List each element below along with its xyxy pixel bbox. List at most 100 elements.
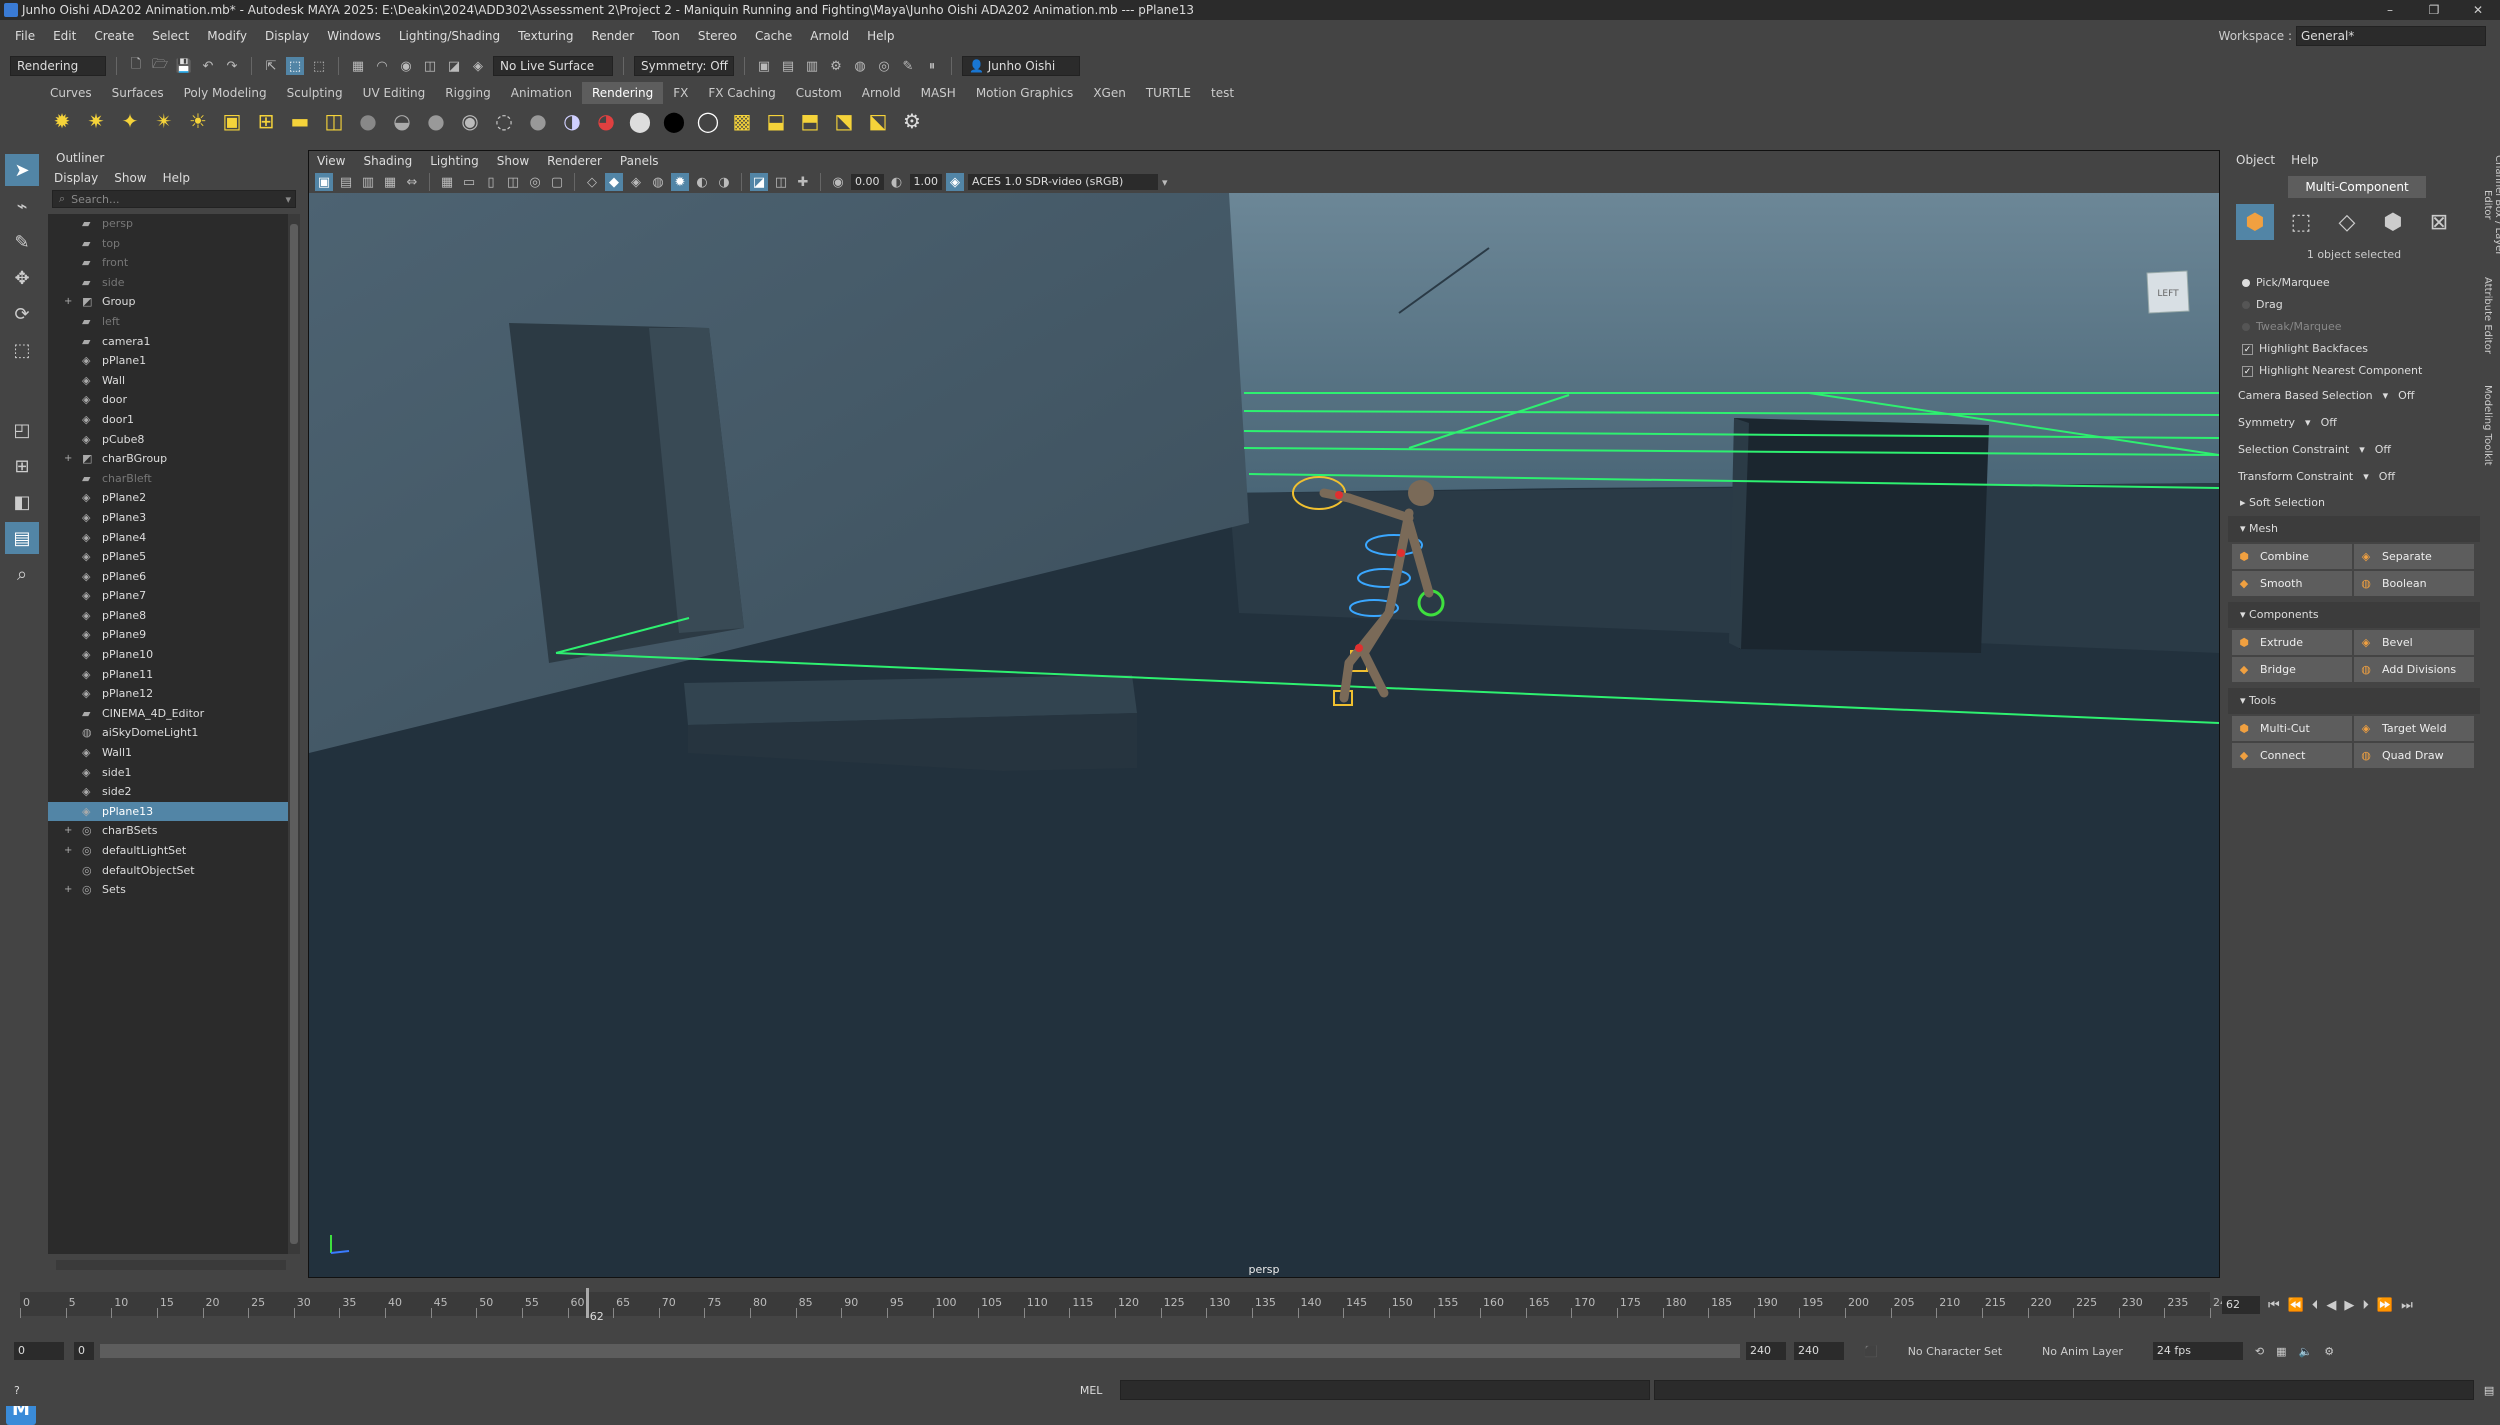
multi-cut-button[interactable]: ⬢ Multi-Cut [2232,716,2352,741]
go-to-end-icon[interactable]: ⏭ [2401,1298,2413,1313]
directional-light-icon[interactable]: ✷ [82,107,110,135]
symmetry-dropdown[interactable]: Symmetry: Off [634,56,734,76]
outliner-item[interactable]: ◎ defaultObjectSet [48,861,288,881]
object-mode-icon[interactable]: ⬢ [2236,204,2274,240]
outliner-item[interactable]: ◈ side1 [48,763,288,783]
step-forward-key-icon[interactable]: ⏩ [2377,1298,2393,1313]
default-material-icon[interactable]: ◈ [627,173,645,191]
select-object-icon[interactable]: ⬚ [286,57,304,75]
outliner-item[interactable]: ◈ pPlane6 [48,567,288,587]
render-region-icon[interactable]: ⬓ [762,107,790,135]
lambert-sphere-icon[interactable]: ● [354,107,382,135]
render-view-icon[interactable]: ▣ [755,57,773,75]
camera-attributes-icon[interactable]: ▤ [337,173,355,191]
outliner-layout-icon[interactable]: ▤ [5,522,39,554]
xray-icon[interactable]: ◫ [772,173,790,191]
step-back-key-icon[interactable]: ⏪ [2288,1298,2304,1313]
outliner-item[interactable]: ◈ pPlane11 [48,665,288,685]
outliner-item[interactable]: ◈ Wall [48,371,288,391]
current-frame-marker[interactable] [585,1288,589,1318]
shelf-tab-xgen[interactable]: XGen [1083,82,1136,104]
select-tool-icon[interactable]: ➤ [5,154,39,186]
chevron-down-icon[interactable]: ▾ [2363,463,2369,490]
shelf-tab-fx-caching[interactable]: FX Caching [698,82,785,104]
blinn-sphere-icon[interactable]: ◒ [388,107,416,135]
outliner-item[interactable]: ◈ pPlane13 [48,801,288,822]
ambient-light-icon[interactable]: ☀ [184,107,212,135]
live-surface-field[interactable]: No Live Surface [493,56,613,76]
menu-modify[interactable]: Modify [198,29,256,43]
sound-icon[interactable]: 🔈 [2299,1345,2313,1358]
anim-layer-dropdown[interactable]: No Anim Layer [2042,1345,2123,1358]
arnold-render-icon[interactable]: ◎ [875,57,893,75]
toolkit-menu-help[interactable]: Help [2291,150,2318,170]
white-sphere-icon[interactable]: ⬤ [626,107,654,135]
section-header-tools[interactable]: ▾ Tools [2228,688,2480,714]
use-all-lights-icon[interactable]: ✹ [671,173,689,191]
scrollbar-thumb[interactable] [290,224,298,1244]
viewport-menu-panels[interactable]: Panels [620,151,659,171]
pause-render-icon[interactable]: ⏸ [923,57,941,75]
script-language-label[interactable]: MEL [1080,1384,1120,1397]
single-perspective-view-icon[interactable]: ◰ [5,414,39,446]
bookmark-icon[interactable]: ▥ [359,173,377,191]
gamma-icon[interactable]: ◐ [888,173,906,191]
menu-texturing[interactable]: Texturing [509,29,582,43]
shelf-tab-sculpting[interactable]: Sculpting [277,82,353,104]
setting-row[interactable]: Selection Constraint ▾ Off [2228,436,2480,463]
animation-end-field[interactable]: 240 [1794,1342,1844,1360]
face-mode-icon[interactable]: ⬢ [2374,204,2412,240]
auto-key-icon[interactable]: ⬛ [1864,1345,1878,1358]
snap-curve-icon[interactable]: ◠ [373,57,391,75]
render-frame-icon[interactable]: ▤ [779,57,797,75]
outliner-search[interactable]: ⌕ Search... ▾ [52,190,296,208]
radio-icon[interactable] [2242,323,2250,331]
wireframe-icon[interactable]: ◇ [583,173,601,191]
playblast-icon[interactable]: ✎ [899,57,917,75]
outliner-item[interactable]: ▰ front [48,253,288,273]
2d-pan-zoom-icon[interactable]: ⇔ [403,173,421,191]
quad-draw-button[interactable]: ◍ Quad Draw [2354,743,2474,768]
menu-lighting-shading[interactable]: Lighting/Shading [390,29,509,43]
playback-start-field[interactable]: 0 [74,1342,94,1360]
black-sphere-icon[interactable]: ⬤ [660,107,688,135]
go-to-start-icon[interactable]: ⏮ [2268,1298,2280,1313]
help-icon[interactable]: ? [14,1384,20,1397]
ambient-occlusion-icon[interactable]: ◑ [715,173,733,191]
pick-option[interactable]: Drag [2228,294,2480,316]
camera-icon[interactable]: ▬ [286,107,314,135]
expand-icon[interactable]: + [64,449,72,469]
exposure-field[interactable]: 0.00 [851,174,884,190]
outliner-item[interactable]: ◈ pCube8 [48,430,288,450]
play-backwards-icon[interactable]: ◀ [2326,1298,2336,1313]
batch-render-icon[interactable]: ⬒ [796,107,824,135]
shelf-tab-mash[interactable]: MASH [911,82,966,104]
phong-sphere-icon[interactable]: ● [422,107,450,135]
render-sequence-icon[interactable]: ⬔ [830,107,858,135]
section-header-mesh[interactable]: ▾ Mesh [2228,516,2480,542]
outliner-menu-display[interactable]: Display [54,168,98,188]
textured-icon[interactable]: ◍ [649,173,667,191]
exposure-icon[interactable]: ◉ [829,173,847,191]
chevron-down-icon[interactable]: ▾ [2305,409,2311,436]
aistandard-sphere-icon[interactable]: ◉ [456,107,484,135]
soft-selection-section[interactable]: ▸ Soft Selection [2228,490,2480,516]
play-forwards-icon[interactable]: ▶ [2344,1298,2354,1313]
rotate-tool-icon[interactable]: ⟳ [5,298,39,330]
point-light-icon[interactable]: ✹ [48,107,76,135]
save-scene-icon[interactable]: 💾 [175,57,193,75]
outliner-item[interactable]: ◈ door [48,390,288,410]
menu-display[interactable]: Display [256,29,318,43]
select-component-icon[interactable]: ⬚ [310,57,328,75]
hypershade-icon[interactable]: ◍ [851,57,869,75]
chevron-down-icon[interactable]: ▾ [2359,436,2365,463]
pick-option[interactable]: Pick/Marquee [2228,272,2480,294]
step-back-frame-icon[interactable]: ⏴ [2312,1298,2319,1313]
outliner-item[interactable]: ◈ door1 [48,410,288,430]
step-forward-frame-icon[interactable]: ⏵ [2362,1298,2369,1313]
chevron-down-icon[interactable]: ▾ [1162,176,1168,189]
outliner-item[interactable]: + ◩ charBGroup [48,449,288,469]
radio-icon[interactable] [2242,301,2250,309]
highlight-checkbox-row[interactable]: ✓ Highlight Nearest Component [2228,360,2480,382]
undo-icon[interactable]: ↶ [199,57,217,75]
